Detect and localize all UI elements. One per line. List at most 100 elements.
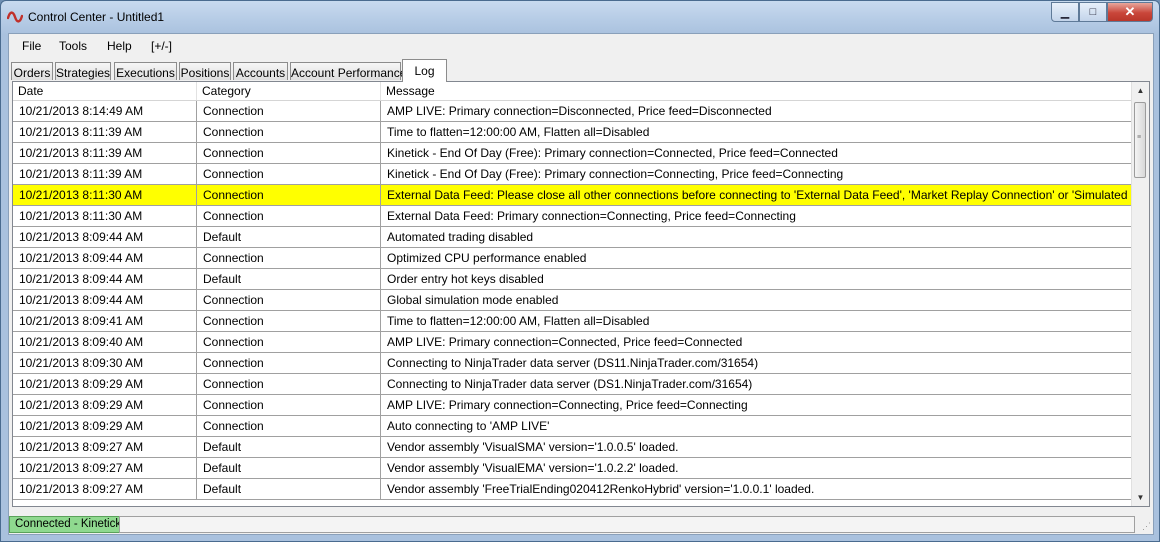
- log-date-cell: 10/21/2013 8:09:27 AM: [13, 458, 197, 478]
- log-date-cell: 10/21/2013 8:09:44 AM: [13, 227, 197, 247]
- log-date-cell: 10/21/2013 8:11:39 AM: [13, 122, 197, 142]
- log-date-cell: 10/21/2013 8:09:41 AM: [13, 311, 197, 331]
- log-category-cell: Connection: [197, 248, 381, 268]
- tab-log[interactable]: Log: [402, 59, 447, 82]
- column-header-date[interactable]: Date: [13, 82, 197, 100]
- log-date-cell: 10/21/2013 8:11:30 AM: [13, 185, 197, 205]
- log-row[interactable]: 10/21/2013 8:11:30 AM Connection External …: [13, 185, 1132, 206]
- tab-executions[interactable]: Executions: [114, 62, 177, 80]
- log-row[interactable]: 10/21/2013 8:09:29 AM Connection Connectin…: [13, 374, 1132, 395]
- tab-strategies[interactable]: Strategies: [55, 62, 111, 80]
- scroll-down-arrow-icon[interactable]: ▼: [1132, 489, 1149, 506]
- menu-help[interactable]: Help: [107, 39, 132, 53]
- log-category-cell: Default: [197, 269, 381, 289]
- log-row[interactable]: 10/21/2013 8:11:39 AM Connection Kinetick …: [13, 143, 1132, 164]
- column-header-category[interactable]: Category: [197, 82, 381, 100]
- status-message-area: [119, 516, 1135, 533]
- close-button[interactable]: ✕: [1107, 2, 1153, 22]
- connection-status: Connected - Kinetick: [9, 516, 128, 533]
- tab-positions[interactable]: Positions: [179, 62, 231, 80]
- maximize-icon: □: [1089, 6, 1097, 18]
- log-row[interactable]: 10/21/2013 8:14:49 AM Connection AMP LIVE:…: [13, 101, 1132, 122]
- log-row[interactable]: 10/21/2013 8:09:27 AM Default Vendor assem…: [13, 437, 1132, 458]
- log-row[interactable]: 10/21/2013 8:09:44 AM Connection Optimized…: [13, 248, 1132, 269]
- log-date-cell: 10/21/2013 8:09:29 AM: [13, 395, 197, 415]
- log-date-cell: 10/21/2013 8:09:44 AM: [13, 269, 197, 289]
- log-message-cell: External Data Feed: Please close all oth…: [387, 188, 1132, 202]
- log-row[interactable]: 10/21/2013 8:09:30 AM Connection Connectin…: [13, 353, 1132, 374]
- menu-tools[interactable]: Tools: [59, 39, 87, 53]
- control-center-window: Control Center - Untitled1 ▁ □ ✕ File To…: [0, 0, 1160, 542]
- minimize-icon: ▁: [1060, 6, 1070, 19]
- log-row[interactable]: 10/21/2013 8:09:44 AM Connection Global si…: [13, 290, 1132, 311]
- log-category-cell: Default: [197, 458, 381, 478]
- log-category-cell: Connection: [197, 122, 381, 142]
- log-category-cell: Connection: [197, 101, 381, 121]
- log-message-cell: Time to flatten=12:00:00 AM, Flatten all…: [387, 125, 650, 139]
- log-date-cell: 10/21/2013 8:09:44 AM: [13, 290, 197, 310]
- log-message-cell: External Data Feed: Primary connection=C…: [387, 209, 796, 223]
- close-icon: ✕: [1124, 4, 1136, 19]
- log-message-cell: Automated trading disabled: [387, 230, 534, 244]
- log-row[interactable]: 10/21/2013 8:09:29 AM Connection AMP LIVE:…: [13, 395, 1132, 416]
- log-date-cell: 10/21/2013 8:09:30 AM: [13, 353, 197, 373]
- tab-account-performance[interactable]: Account Performance: [290, 62, 406, 80]
- log-category-cell: Connection: [197, 143, 381, 163]
- log-row[interactable]: 10/21/2013 8:09:27 AM Default Vendor assem…: [13, 479, 1132, 500]
- menu-expand[interactable]: [+/-]: [151, 39, 172, 53]
- log-date-cell: 10/21/2013 8:14:49 AM: [13, 101, 197, 121]
- status-bar: Connected - Kinetick ⋰: [9, 514, 1153, 534]
- log-category-cell: Connection: [197, 311, 381, 331]
- window-title: Control Center - Untitled1: [28, 10, 165, 24]
- log-row[interactable]: 10/21/2013 8:09:40 AM Connection AMP LIVE:…: [13, 332, 1132, 353]
- log-message-cell: Time to flatten=12:00:00 AM, Flatten all…: [387, 314, 650, 328]
- log-message-cell: Global simulation mode enabled: [387, 293, 559, 307]
- log-row[interactable]: 10/21/2013 8:11:39 AM Connection Time to f…: [13, 122, 1132, 143]
- resize-grip-icon[interactable]: ⋰: [1142, 521, 1151, 532]
- log-row[interactable]: 10/21/2013 8:09:44 AM Default Automated tr…: [13, 227, 1132, 248]
- log-date-cell: 10/21/2013 8:11:39 AM: [13, 164, 197, 184]
- log-row[interactable]: 10/21/2013 8:09:29 AM Connection Auto conn…: [13, 416, 1132, 437]
- log-category-cell: Default: [197, 479, 381, 499]
- log-category-cell: Connection: [197, 416, 381, 436]
- log-row[interactable]: 10/21/2013 8:11:39 AM Connection Kinetick …: [13, 164, 1132, 185]
- log-category-cell: Connection: [197, 185, 381, 205]
- log-message-cell: Kinetick - End Of Day (Free): Primary co…: [387, 146, 838, 160]
- log-date-cell: 10/21/2013 8:11:30 AM: [13, 206, 197, 226]
- window-controls: ▁ □ ✕: [1051, 2, 1153, 22]
- log-category-cell: Connection: [197, 353, 381, 373]
- tab-strip: Orders Strategies Executions Positions A…: [9, 59, 1153, 82]
- log-category-cell: Connection: [197, 374, 381, 394]
- column-header-message[interactable]: Message: [381, 82, 1132, 100]
- menu-file[interactable]: File: [22, 39, 41, 53]
- log-category-cell: Connection: [197, 164, 381, 184]
- log-row[interactable]: 10/21/2013 8:09:27 AM Default Vendor assem…: [13, 458, 1132, 479]
- title-bar[interactable]: Control Center - Untitled1 ▁ □ ✕: [1, 1, 1159, 33]
- log-date-cell: 10/21/2013 8:11:39 AM: [13, 143, 197, 163]
- log-category-cell: Connection: [197, 332, 381, 352]
- maximize-button[interactable]: □: [1079, 2, 1107, 22]
- log-row[interactable]: 10/21/2013 8:09:44 AM Default Order entry …: [13, 269, 1132, 290]
- log-date-cell: 10/21/2013 8:09:27 AM: [13, 437, 197, 457]
- log-message-cell: AMP LIVE: Primary connection=Disconnecte…: [387, 104, 772, 118]
- log-message-cell: AMP LIVE: Primary connection=Connecting,…: [387, 398, 748, 412]
- log-message-cell: Auto connecting to 'AMP LIVE': [387, 419, 550, 433]
- log-date-cell: 10/21/2013 8:09:27 AM: [13, 479, 197, 499]
- log-message-cell: Vendor assembly 'VisualEMA' version='1.0…: [387, 461, 679, 475]
- ninjatrader-logo-icon: [7, 11, 23, 23]
- log-category-cell: Connection: [197, 206, 381, 226]
- log-row[interactable]: 10/21/2013 8:09:41 AM Connection Time to f…: [13, 311, 1132, 332]
- log-rows: 10/21/2013 8:14:49 AM Connection AMP LIVE:…: [13, 101, 1132, 500]
- log-message-cell: AMP LIVE: Primary connection=Connected, …: [387, 335, 743, 349]
- log-message-cell: Vendor assembly 'FreeTrialEnding020412Re…: [387, 482, 815, 496]
- vertical-scrollbar[interactable]: ▲ ≡ ▼: [1131, 82, 1149, 506]
- scroll-up-arrow-icon[interactable]: ▲: [1132, 82, 1149, 99]
- scroll-thumb[interactable]: ≡: [1134, 102, 1146, 178]
- log-category-cell: Connection: [197, 290, 381, 310]
- tab-orders[interactable]: Orders: [11, 62, 53, 80]
- log-row[interactable]: 10/21/2013 8:11:30 AM Connection External …: [13, 206, 1132, 227]
- log-date-cell: 10/21/2013 8:09:29 AM: [13, 374, 197, 394]
- log-message-cell: Connecting to NinjaTrader data server (D…: [387, 377, 753, 391]
- tab-accounts[interactable]: Accounts: [233, 62, 288, 80]
- minimize-button[interactable]: ▁: [1051, 2, 1079, 22]
